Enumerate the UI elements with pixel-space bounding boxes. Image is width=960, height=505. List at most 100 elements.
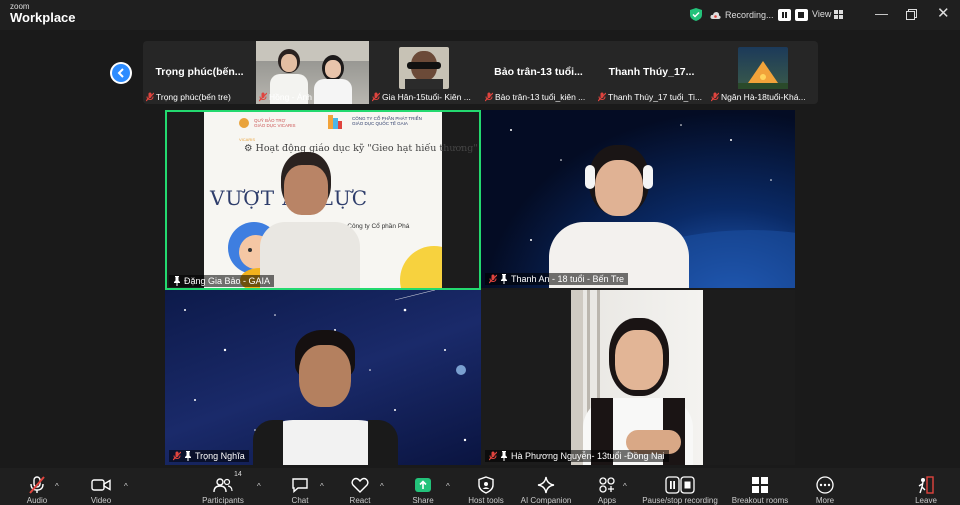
recording-label: Recording... [725,10,774,20]
ai-companion-label: AI Companion [520,496,572,505]
participants-options-chevron-icon[interactable]: ^ [257,482,261,491]
filmstrip-tile[interactable]: Trọng phúc(bến... Trọng phúc(bến tre) [143,41,256,104]
headphones-icon [643,165,653,189]
view-label: View [812,9,832,19]
mic-muted-icon [173,451,181,461]
mic-muted-icon [29,476,45,494]
apps-options-chevron-icon[interactable]: ^ [623,482,627,491]
video-tile-participant[interactable]: Thanh An - 18 tuổi - Bến Tre [481,110,795,288]
participant-name-tag: Hà Phương Nguyễn- 13tuổi -Đồng Nai [485,450,669,462]
participants-button[interactable]: 14 Participants [188,468,258,505]
mic-muted-icon [259,92,267,102]
pause-stop-icon [665,476,695,494]
participant-name: Gia Hân-15tuổi- Kiên ... [382,92,471,102]
mic-muted-icon [485,92,493,102]
mic-muted-icon [372,92,380,102]
shield-icon[interactable] [690,8,702,21]
share-screen-icon [415,478,431,492]
video-tile-participant[interactable]: Hà Phương Nguyễn- 13tuổi -Đồng Nai [481,290,795,465]
video-feed [571,290,703,465]
react-options-chevron-icon[interactable]: ^ [380,482,384,491]
participant-name: Bảo trân-13 tuổi_kiên ... [495,92,586,102]
video-tile-participant[interactable]: Trọng Nghĩa [165,290,481,465]
chat-icon [292,478,308,493]
pause-icon [781,12,787,18]
video-options-chevron-icon[interactable]: ^ [124,482,128,491]
more-button[interactable]: More [790,468,860,505]
pause-recording-button[interactable] [777,9,791,21]
filmstrip-tile[interactable]: Bảo trân-13 tuổi... Bảo trân-13 tuổi_kiê… [482,41,595,104]
app-logo: zoom Workplace [10,3,76,25]
participant-name-tag: Trọng Nghĩa [169,450,249,462]
gaia-logo-icon [328,115,342,129]
video-tile-presenter[interactable]: QUỸ BẢO TRỢ GIÁO DỤC VICARIS CÔNG TY CỔ P… [165,110,481,290]
filmstrip-tile[interactable]: Gia Hân-15tuổi- Kiên ... [369,41,482,104]
audio-label: Audio [26,496,48,505]
participant-name: Hà Phương Nguyễn- 13tuổi -Đồng Nai [511,451,665,461]
participant-label: Ngân Hà-18tuổi-Khá... [711,92,806,102]
slide-subtitle-text: Hoạt động giáo dục kỹ "Gieo hạt hiếu thư… [255,143,478,154]
filmstrip-tile[interactable]: Ngân Hà-18tuổi-Khá... [708,41,821,104]
participant-name: Trọng Nghĩa [195,451,245,461]
logo-big: Workplace [10,10,76,25]
apps-button[interactable]: Apps [572,468,642,505]
restore-icon[interactable] [906,9,917,20]
participant-face [595,160,643,216]
filmstrip: Trọng phúc(bến... Trọng phúc(bến tre) Hồ… [143,41,818,104]
ai-companion-button[interactable]: AI Companion [511,468,581,505]
participant-display-name: Thanh Thúy_17... [608,66,695,78]
slide-subtitle: ⚙ Hoạt động giáo dục kỹ "Gieo hạt hiếu t… [244,143,481,154]
participant-label: Bảo trân-13 tuổi_kiên ... [485,92,585,102]
participant-name: Đặng Gia Bảo - GAIA [184,276,271,286]
participant-face [299,345,351,407]
audio-button[interactable]: Audio [2,468,72,505]
apps-icon [599,477,615,493]
react-button[interactable]: React [325,468,395,505]
mic-muted-icon [598,92,606,102]
breakout-rooms-icon [752,477,768,493]
stop-recording-button[interactable] [794,9,808,21]
chat-options-chevron-icon[interactable]: ^ [320,482,324,491]
more-label: More [815,496,835,505]
minimize-icon[interactable]: — [875,6,888,21]
audio-options-chevron-icon[interactable]: ^ [55,482,59,491]
participant-name: Thanh Thúy_17 tuổi_Ti... [608,92,703,102]
filmstrip-prev-button[interactable] [110,62,132,84]
video-camera-icon [91,479,111,491]
pin-icon [185,451,191,461]
grid-view-icon [834,9,844,19]
share-label: Share [412,496,434,505]
title-bar: zoom Workplace Recording... View — ✕ [0,0,960,30]
participant-name: Hồng - Ánh [269,92,312,102]
participant-name-tag: Thanh An - 18 tuổi - Bến Tre [485,273,629,285]
cloud-icon [710,11,721,19]
slide-decoration-icon [400,246,442,290]
view-button[interactable]: View [812,9,844,19]
participant-name: Ngân Hà-18tuổi-Khá... [721,92,806,102]
breakout-rooms-button[interactable]: Breakout rooms [725,468,795,505]
filmstrip-tile[interactable]: Thanh Thúy_17... Thanh Thúy_17 tuổi_Ti..… [595,41,708,104]
avatar [738,47,788,89]
avatar [399,47,449,89]
leave-label: Leave [915,496,937,505]
filmstrip-tile[interactable]: Hồng - Ánh [256,41,369,104]
participant-display-name: Bảo trân-13 tuổi... [494,66,583,78]
share-options-chevron-icon[interactable]: ^ [446,482,450,491]
video-label: Video [90,496,112,505]
close-icon[interactable]: ✕ [937,4,950,22]
sparkle-icon [537,476,555,494]
leave-button[interactable]: Leave [891,468,960,505]
participant-jacket [253,420,283,465]
participant-jacket [368,420,398,465]
participant-label: Hồng - Ánh [259,92,312,102]
breakout-label: Breakout rooms [731,496,789,505]
mic-muted-icon [146,92,154,102]
participant-name-tag: Đặng Gia Bảo - GAIA [169,275,275,287]
shield-icon [478,476,494,494]
pause-stop-recording-button[interactable]: Pause/stop recording [635,468,725,505]
mic-muted-icon [489,274,497,284]
pin-icon [501,451,507,461]
slide-sponsor-right: CÔNG TY CỔ PHẦN PHÁT TRIỂN GIÁO DỤC QUỐC … [352,116,422,127]
participants-icon [213,478,233,493]
leave-icon [918,476,934,494]
